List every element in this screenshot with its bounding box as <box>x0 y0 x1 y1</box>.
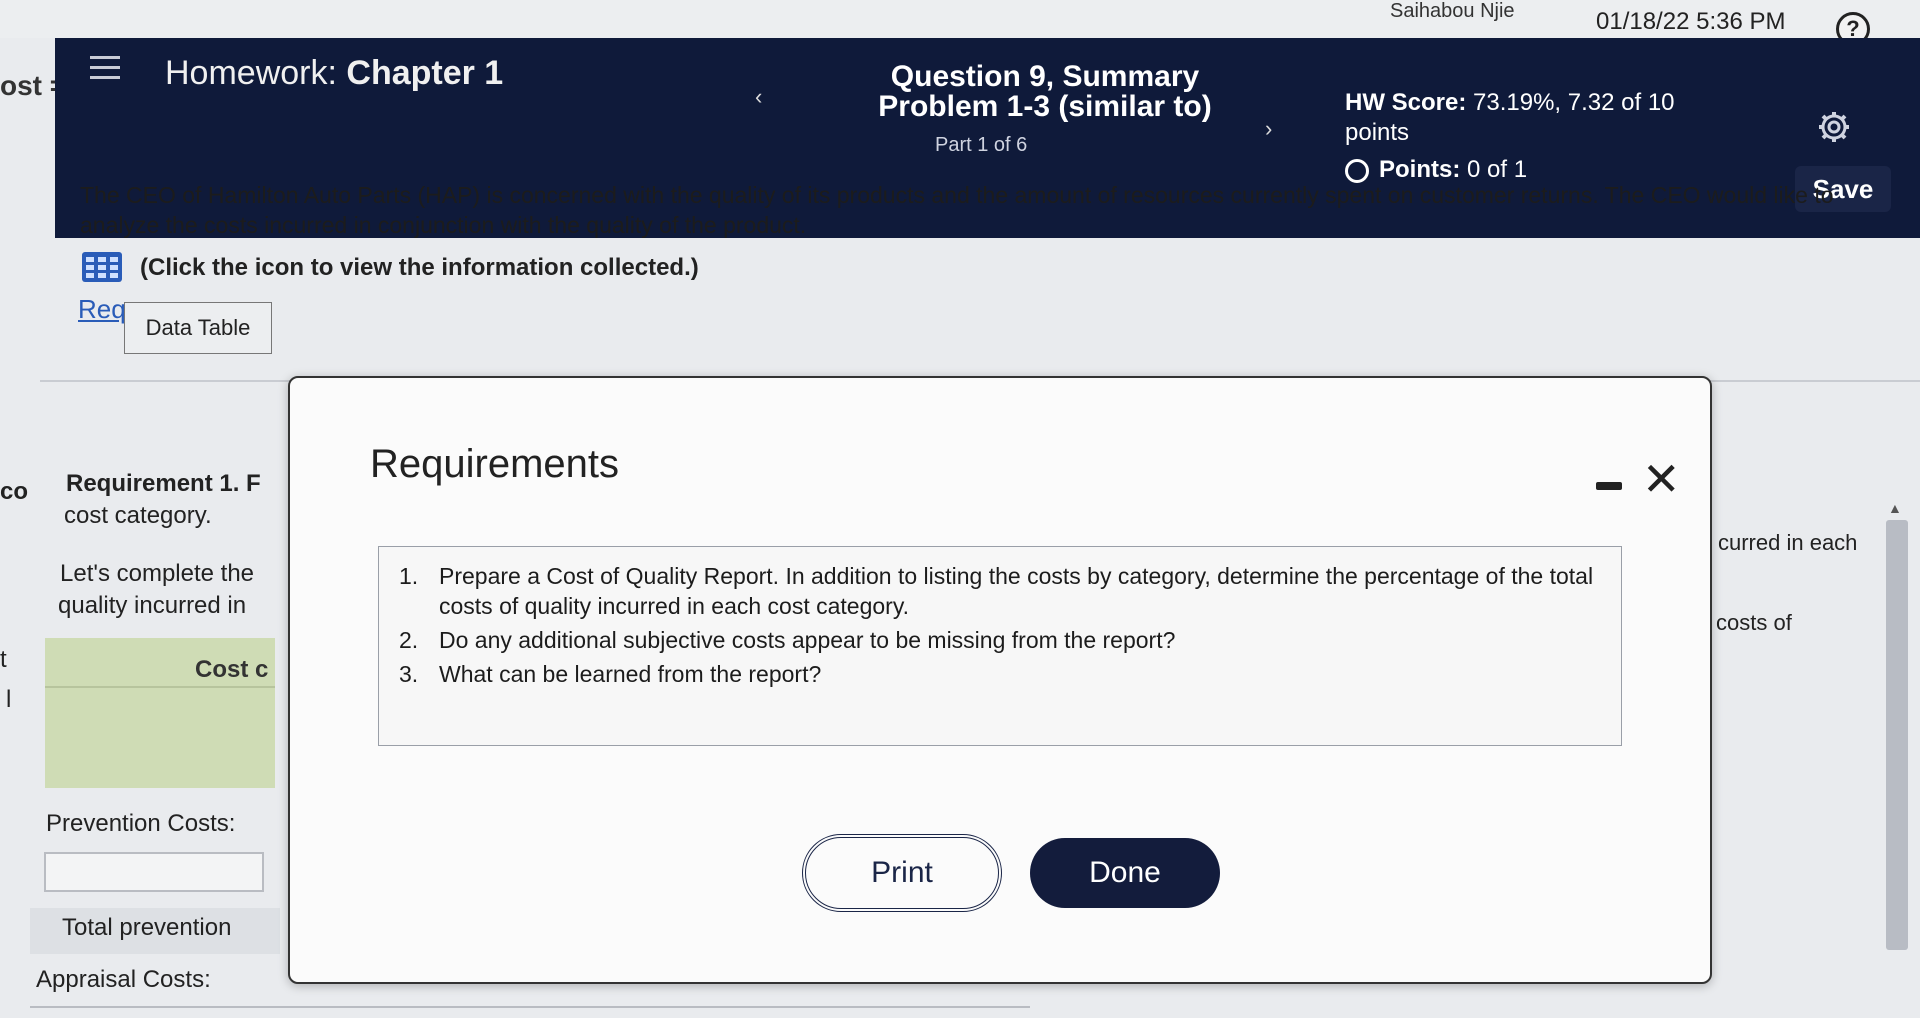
previous-question-button[interactable]: ‹ <box>755 84 762 110</box>
requirements-dialog: Requirements ✕ 1. Prepare a Cost of Qual… <box>288 376 1712 984</box>
close-icon[interactable]: ✕ <box>1642 456 1681 502</box>
requirements-box: 1. Prepare a Cost of Quality Report. In … <box>378 546 1622 746</box>
hw-score-label: HW Score: <box>1345 89 1467 116</box>
homework-title: Homework: Chapter 1 <box>165 54 503 93</box>
username: Saihabou Njie <box>1390 0 1515 22</box>
requirement-text: Do any additional subjective costs appea… <box>439 627 1176 653</box>
scrollbar[interactable] <box>1886 520 1908 950</box>
bg-table-row <box>30 1006 1030 1018</box>
next-question-button[interactable]: › <box>1265 116 1272 142</box>
bg-complete-text: Let's complete the <box>60 560 255 587</box>
requirement-number: 2. <box>399 627 419 653</box>
bg-requirement-1: Requirement 1. F <box>66 470 261 497</box>
print-button[interactable]: Print <box>802 834 1002 912</box>
bg-right-text-1: curred in each <box>1718 530 1858 555</box>
data-table-tab[interactable]: Data Table <box>124 302 272 354</box>
click-instruction: (Click the icon to view the information … <box>140 254 699 281</box>
question-title-line2: Problem 1-3 (similar to) <box>878 90 1212 123</box>
requirement-item: 2. Do any additional subjective costs ap… <box>399 625 1599 655</box>
menu-icon[interactable] <box>90 56 120 82</box>
requirement-number: 1. <box>399 563 419 589</box>
dialog-title: Requirements <box>370 442 620 486</box>
minimize-icon[interactable] <box>1596 482 1622 490</box>
bg-quality-text: quality incurred in <box>58 592 247 619</box>
requirements-link[interactable]: Req <box>78 294 126 325</box>
requirement-text: What can be learned from the report? <box>439 661 822 687</box>
requirement-item: 3. What can be learned from the report? <box>399 659 1599 689</box>
homework-name: Chapter 1 <box>346 54 504 92</box>
question-part: Part 1 of 6 <box>935 134 1028 156</box>
question-title: Question 9, Summary Problem 1-3 (similar… <box>845 62 1245 122</box>
homework-prefix: Homework: <box>165 54 337 92</box>
hw-score: HW Score: 73.19%, 7.32 of 10 points <box>1345 88 1705 148</box>
bg-clipped-co: co <box>0 478 29 505</box>
bg-cost-category: cost category. <box>64 502 212 529</box>
bg-total-prevention: Total prevention <box>62 914 232 941</box>
datetime: 01/18/22 5:36 PM <box>1596 8 1786 35</box>
points-value: 0 of 1 <box>1467 156 1528 183</box>
gear-icon[interactable] <box>1817 110 1851 144</box>
top-strip: Saihabou Njie 01/18/22 5:36 PM ? <box>0 0 1920 46</box>
question-intro: The CEO of Hamilton Auto Parts (HAP) is … <box>80 182 1834 238</box>
bg-prevention-input[interactable] <box>44 852 264 892</box>
bg-clipped-t: t <box>0 646 7 673</box>
requirements-list: 1. Prepare a Cost of Quality Report. In … <box>399 561 1599 693</box>
bg-cost-header: Cost c <box>45 638 275 688</box>
data-table-icon[interactable] <box>82 252 122 282</box>
requirement-item: 1. Prepare a Cost of Quality Report. In … <box>399 561 1599 621</box>
bg-cost-column: Cost c <box>45 638 275 788</box>
scroll-up-icon[interactable]: ▲ <box>1888 500 1902 516</box>
requirement-text: Prepare a Cost of Quality Report. In add… <box>439 563 1594 619</box>
bg-right-text-2: costs of <box>1716 610 1792 635</box>
bg-clipped-l: l <box>6 686 12 713</box>
question-title-line1: Question 9, Summary <box>890 60 1200 93</box>
bg-prevention-costs: Prevention Costs: <box>46 810 236 837</box>
bg-appraisal-costs: Appraisal Costs: <box>36 966 211 993</box>
done-button[interactable]: Done <box>1030 838 1220 908</box>
requirement-number: 3. <box>399 661 419 687</box>
points-label: Points: <box>1379 156 1461 183</box>
